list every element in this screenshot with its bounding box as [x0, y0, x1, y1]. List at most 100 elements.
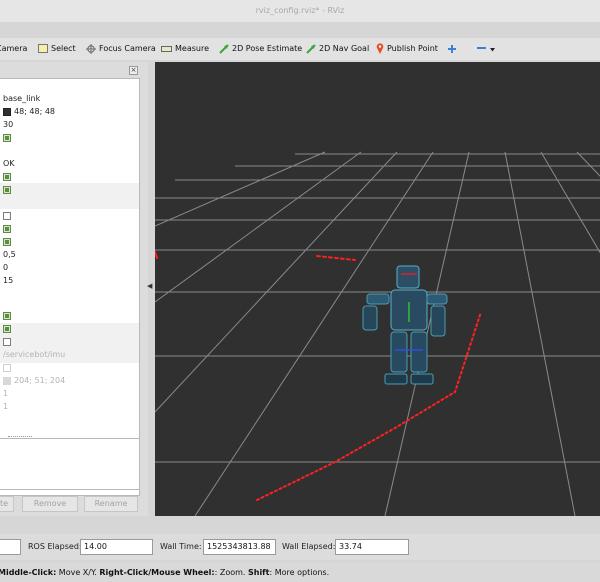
status-hint: Middle-Click: Move X/Y. Right-Click/Mous…: [0, 568, 329, 577]
remove-display-label: Remove: [33, 499, 67, 508]
imu-scale-value[interactable]: 1: [3, 401, 8, 413]
rename-display-label: Rename: [94, 499, 128, 508]
pose-estimate-label: 2D Pose Estimate: [232, 44, 303, 53]
right-click-key: Right-Click/Mouse Wheel:: [99, 568, 215, 577]
select-tool[interactable]: Select: [38, 38, 76, 60]
display-checkbox[interactable]: [3, 310, 11, 322]
add-tool-button[interactable]: [447, 38, 460, 60]
wall-time-field[interactable]: 1525343813.88: [203, 539, 276, 555]
collapse-panel-arrow-icon[interactable]: ◀: [147, 282, 155, 294]
checkbox-unchecked[interactable]: [3, 363, 11, 372]
publish-point-tool[interactable]: Publish Point: [376, 38, 438, 60]
display-checkbox[interactable]: [3, 362, 11, 374]
cell-count-value[interactable]: 15: [3, 275, 13, 287]
plus-icon: [448, 44, 456, 53]
remove-tool-dropdown[interactable]: [476, 38, 499, 60]
display-checkbox[interactable]: [3, 223, 11, 235]
focus-camera-label: Focus Camera: [99, 44, 156, 53]
frame-rate-value[interactable]: 30: [3, 119, 13, 131]
imu-color-value[interactable]: 204; 51; 204: [3, 375, 65, 387]
alpha-text: 0,5: [3, 250, 16, 259]
add-display-label: te: [0, 499, 9, 508]
middle-click-desc: Move X/Y.: [56, 568, 100, 577]
scene-render: [155, 151, 600, 516]
select-icon: [38, 44, 48, 53]
property-description-box: [0, 438, 140, 490]
robot-model: [362, 265, 448, 385]
shift-key: Shift: [247, 568, 270, 577]
fixed-frame-value[interactable]: base_link: [3, 93, 40, 105]
checkbox-checked[interactable]: [3, 185, 11, 194]
alpha-value[interactable]: 0,5: [3, 249, 16, 261]
display-checkbox[interactable]: [3, 323, 11, 335]
tool-bar: Camera Select Focus Camera Measure 2D Po…: [0, 38, 600, 60]
ros-elapsed-field[interactable]: 14.00: [80, 539, 153, 555]
wall-elapsed-label: Wall Elapsed:: [282, 542, 336, 551]
checkbox-checked[interactable]: [3, 224, 11, 233]
display-checkbox[interactable]: [3, 184, 11, 196]
display-checkbox[interactable]: [3, 336, 11, 348]
shift-desc: : More options.: [269, 568, 330, 577]
add-display-button[interactable]: te: [0, 496, 14, 512]
checkbox-checked[interactable]: [3, 324, 11, 333]
crosshair-icon: [86, 43, 96, 54]
background-color-value[interactable]: 48; 48; 48: [3, 106, 55, 118]
display-checkbox[interactable]: [3, 132, 11, 144]
3d-viewport[interactable]: [155, 62, 600, 516]
offset-value[interactable]: 0: [3, 262, 8, 274]
ros-time-field[interactable]: [0, 539, 21, 555]
background-color-text: 48; 48; 48: [14, 107, 56, 116]
imu-scale-text: 1: [3, 402, 9, 411]
remove-display-button[interactable]: Remove: [22, 496, 78, 512]
offset-text: 0: [3, 263, 9, 272]
map-pin-icon: [376, 43, 384, 54]
ground-grid: [155, 151, 600, 516]
green-arrow-icon: [306, 43, 316, 54]
time-panel: ROS Elapsed: 14.00 Wall Time: 1525343813…: [0, 534, 600, 560]
status-value: OK: [3, 158, 15, 170]
rename-display-button[interactable]: Rename: [84, 496, 138, 512]
close-icon: ×: [130, 66, 137, 74]
imu-alpha-text: 1: [3, 389, 9, 398]
display-checkbox[interactable]: [3, 210, 11, 222]
right-click-desc: : Zoom.: [214, 568, 248, 577]
fixed-frame-text: base_link: [3, 94, 41, 103]
nav-goal-label: 2D Nav Goal: [319, 44, 370, 53]
measure-tool[interactable]: Measure: [161, 38, 209, 60]
checkbox-unchecked[interactable]: [3, 211, 11, 220]
imu-alpha-value[interactable]: 1: [3, 388, 8, 400]
middle-click-key: Middle-Click:: [0, 568, 57, 577]
checkbox-checked[interactable]: [3, 133, 11, 142]
display-checkbox[interactable]: [3, 171, 11, 183]
color-swatch: [3, 107, 11, 116]
window-title: rviz_config.rviz* - RViz: [255, 6, 345, 15]
status-text: OK: [3, 159, 15, 168]
camera-tool[interactable]: Camera: [0, 38, 27, 60]
wall-time-label: Wall Time:: [160, 542, 202, 551]
green-arrow-icon: [219, 43, 229, 54]
select-label: Select: [51, 44, 76, 53]
checkbox-unchecked[interactable]: [3, 337, 11, 346]
cell-count-text: 15: [3, 276, 14, 285]
display-checkbox[interactable]: [3, 236, 11, 248]
frame-rate-text: 30: [3, 120, 14, 129]
property-tree: base_link 48; 48; 48 30 OK 0,5 0 15 /ser…: [0, 78, 140, 496]
ros-elapsed-label: ROS Elapsed:: [28, 542, 82, 551]
wall-elapsed-field[interactable]: 33.74: [335, 539, 409, 555]
panel-close-button[interactable]: ×: [129, 66, 138, 75]
publish-point-label: Publish Point: [387, 44, 438, 53]
displays-panel: × base_link 48; 48; 48 30 OK 0,5 0 15 /s…: [0, 62, 148, 516]
minus-dropdown-icon: [477, 46, 495, 51]
pose-estimate-tool[interactable]: 2D Pose Estimate: [219, 38, 302, 60]
imu-color-text: 204; 51; 204: [14, 376, 66, 385]
window-title-bar: rviz_config.rviz* - RViz: [0, 0, 600, 22]
imu-topic-value[interactable]: /servicebot/imu: [3, 349, 65, 361]
focus-camera-tool[interactable]: Focus Camera: [86, 38, 156, 60]
nav-goal-tool[interactable]: 2D Nav Goal: [306, 38, 369, 60]
row-highlight: [0, 183, 139, 209]
checkbox-checked[interactable]: [3, 311, 11, 320]
checkbox-checked[interactable]: [3, 237, 11, 246]
measure-label: Measure: [175, 44, 209, 53]
checkbox-checked[interactable]: [3, 172, 11, 181]
ruler-icon: [161, 45, 172, 52]
